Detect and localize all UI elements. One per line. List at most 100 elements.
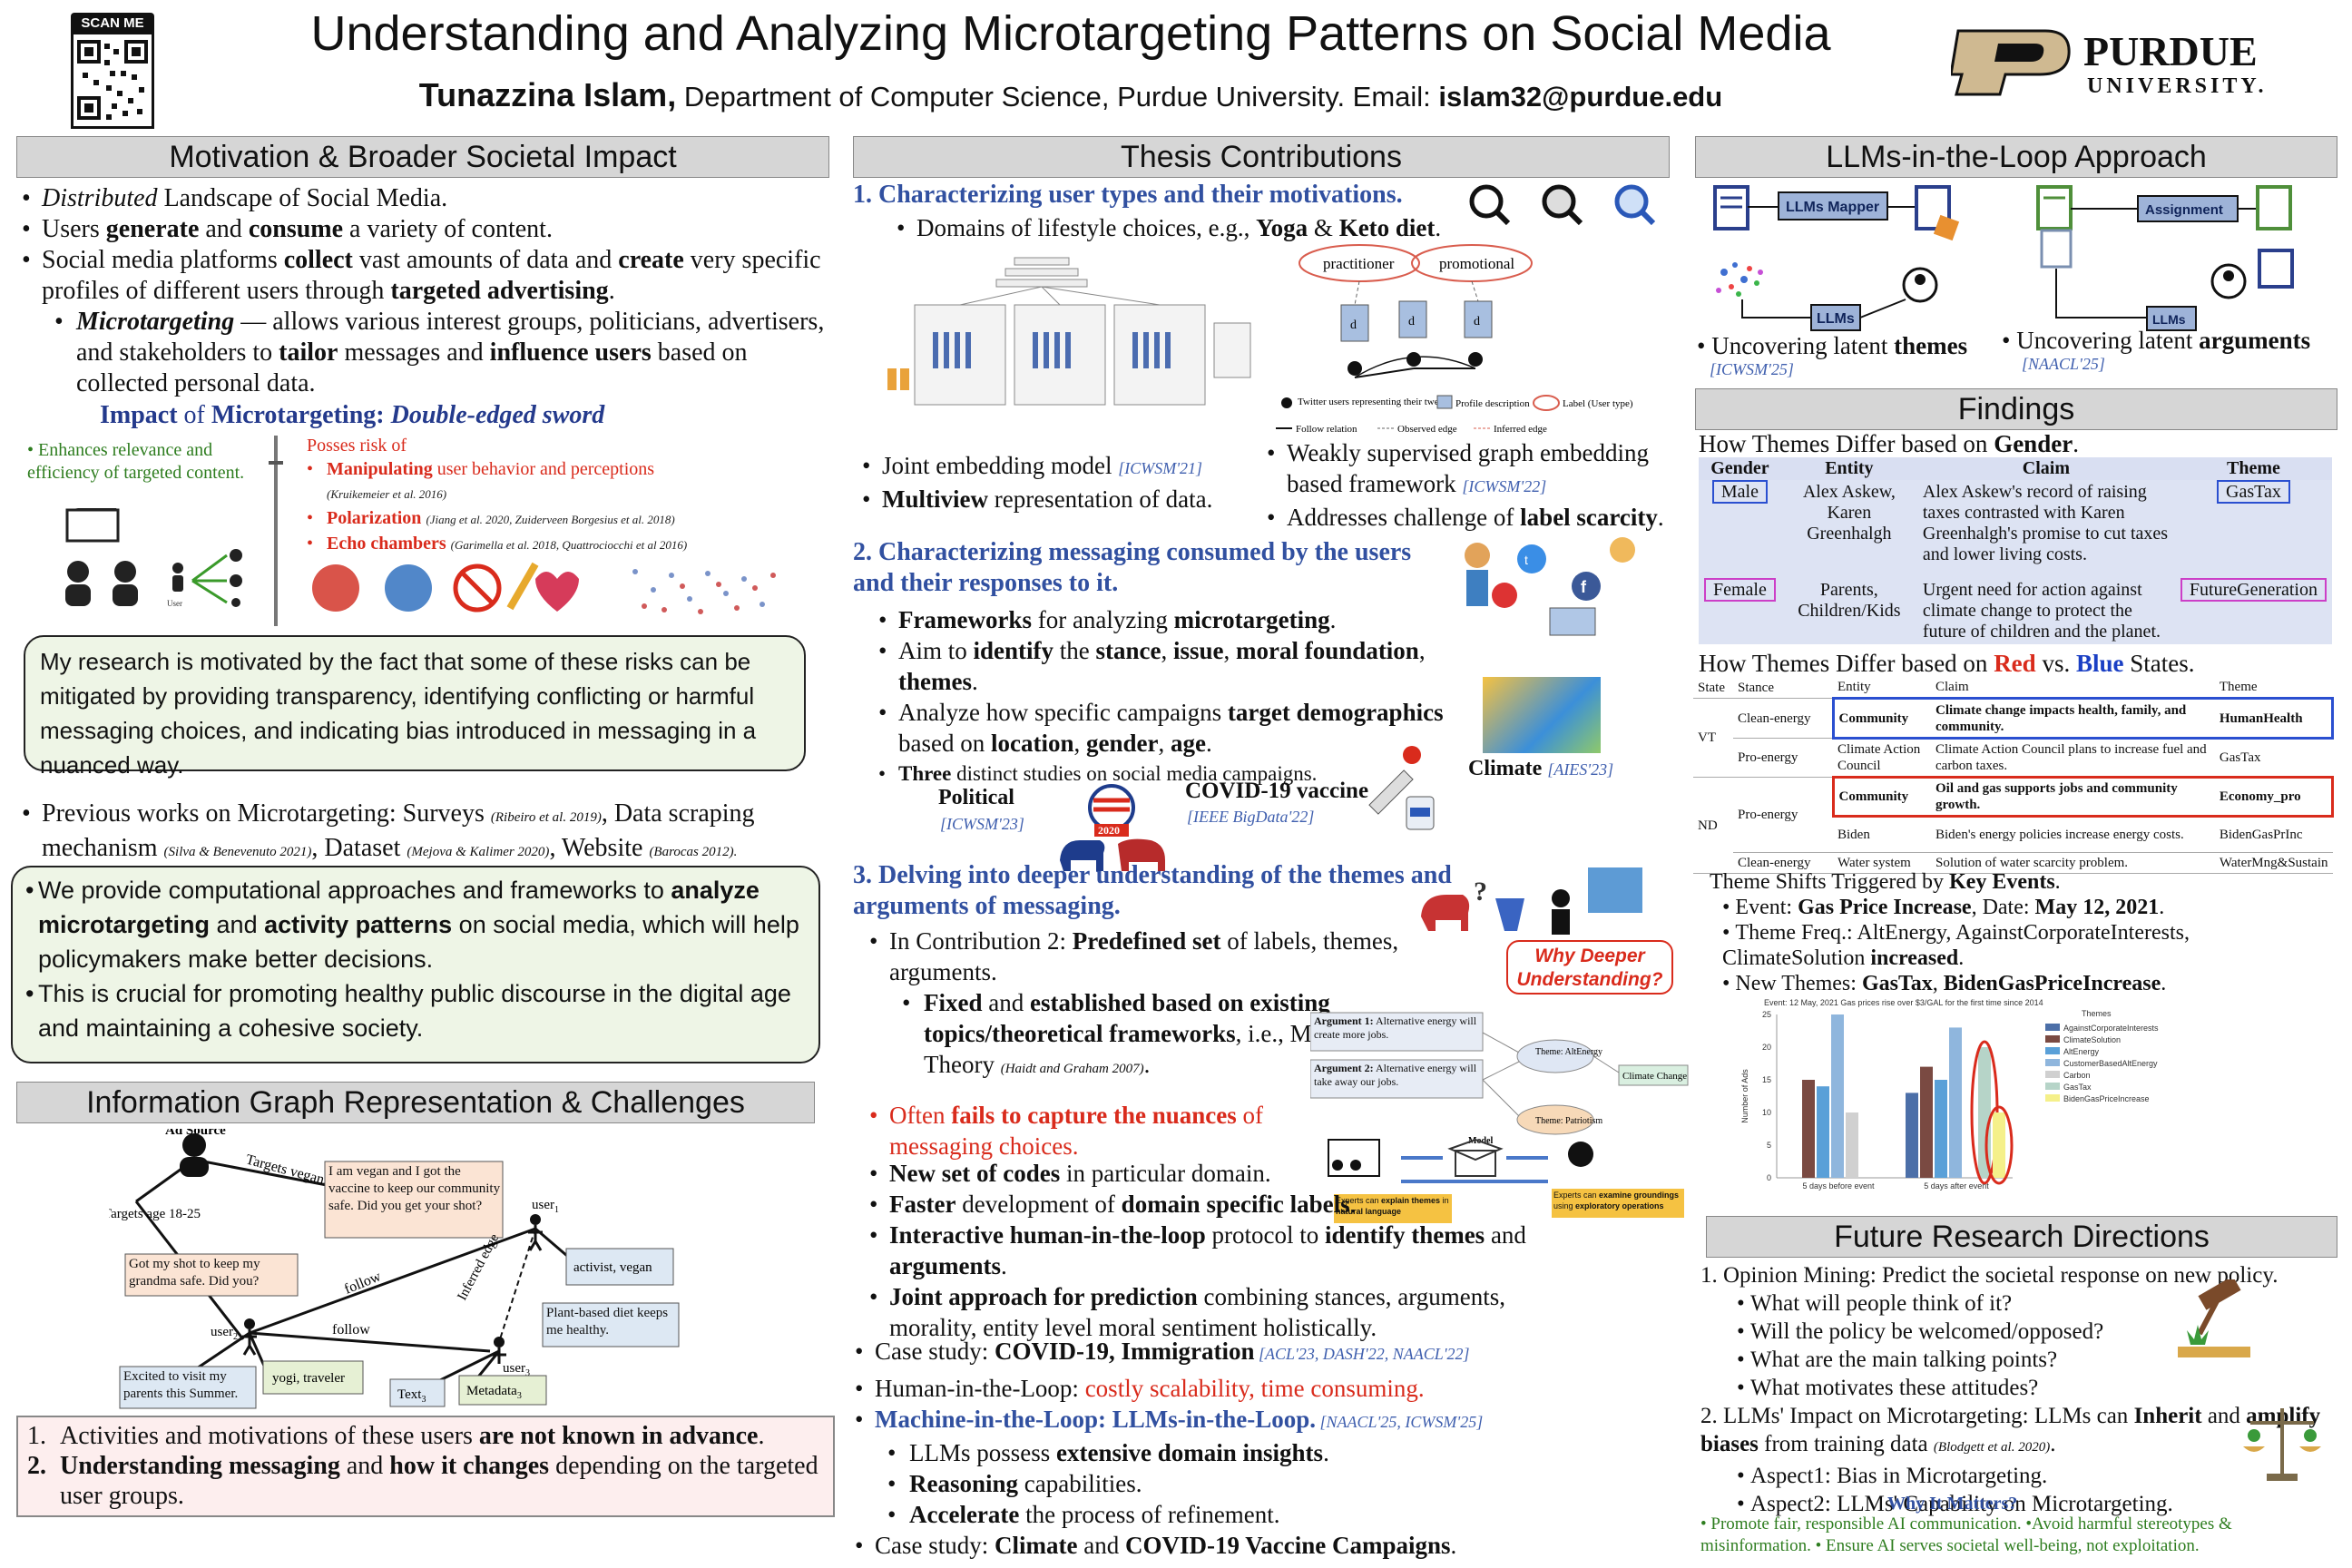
llms-arguments-caption: • Uncovering latent arguments [NAACL'25] (2002, 327, 2311, 373)
chart-legend-swatch (2045, 1059, 2060, 1066)
contribution-1-right-bullets: Weakly supervised graph embedding based … (1267, 437, 1684, 533)
weak-supervision-graph: practitioner promotional d d d Twitter use… (1269, 241, 1668, 441)
chart-bar (1817, 1086, 1829, 1178)
legend-twitter-users: Twitter users representing their tweets. (1298, 397, 1453, 407)
chart-y-label: Number of Ads (1740, 1069, 1749, 1123)
chart-title: Event: 12 May, 2021 Gas prices rise over… (1764, 998, 2043, 1007)
chart-y-tick: 20 (1762, 1043, 1771, 1052)
impact-heading: Impact of Microtargeting: Double-edged s… (100, 401, 605, 429)
theme-shift-chart: Event: 12 May, 2021 Gas prices rise over… (1737, 996, 2245, 1210)
contribution-1-heading: 1. Characterizing user types and their m… (853, 181, 1403, 209)
chart-bar (1978, 1047, 1991, 1178)
practitioner-label: practitioner (1323, 255, 1395, 272)
purdue-logo: PURDUE UNIVERSITY. (1949, 25, 2314, 100)
balance-icon (2241, 1405, 2323, 1483)
assignment-diagram: Assignment LLMs (2029, 181, 2328, 336)
author-line: Tunazzina Islam, Department of Computer … (172, 76, 1969, 114)
llms-heading: LLMs-in-the-Loop Approach (1695, 136, 2337, 178)
contribution-3-bullets-c: Case study: COVID-19, Immigration [ACL'2… (855, 1336, 1671, 1561)
svg-text:d: d (1474, 315, 1480, 328)
excited-post: Excited to visit my parents this Summer. (123, 1369, 239, 1401)
why-it-matters-body: • Promote fair, responsible AI communica… (1700, 1514, 2232, 1555)
legend-profile: Profile description (1455, 398, 1530, 409)
llms-mapper-diagram: LLMs Mapper LLMs (1706, 181, 2005, 336)
chart-legend-label: Carbon (2063, 1071, 2091, 1080)
impact-positive: • Enhances relevance and efficiency of t… (27, 440, 245, 483)
email-link[interactable]: islam32@purdue.edu (1438, 81, 1722, 113)
llms-box-2: LLMs (2152, 312, 2186, 327)
joint-embedding-diagram (878, 250, 1259, 432)
motivation-heading: Motivation & Broader Societal Impact (16, 136, 829, 178)
plant-based-post: Plant-based diet keeps me healthy. (546, 1306, 669, 1338)
chart-bar (1906, 1093, 1918, 1178)
assignment-box: Assignment (2145, 202, 2223, 218)
chart-legend-label: BidenGasPriceIncrease (2063, 1094, 2150, 1103)
chart-y-tick: 25 (1762, 1010, 1771, 1019)
findings-heading: Findings (1695, 388, 2337, 430)
research-motivation-callout: My research is motivated by the fact tha… (24, 635, 806, 779)
chart-y-tick: 5 (1767, 1141, 1771, 1150)
llms-themes-caption: • Uncovering latent themes [ICWSM'25] (1697, 332, 1968, 378)
chart-bar (1935, 1080, 1947, 1178)
inferred-edge-label: Inferred edge (455, 1231, 502, 1303)
motivation-bullet-2: Users generate and consume a variety of … (22, 214, 829, 245)
chart-legend-label: AltEnergy (2063, 1047, 2100, 1056)
argument-2: Argument 2: Alternative energy will take… (1314, 1062, 1477, 1088)
legend-inferred: Inferred edge (1494, 424, 1547, 435)
legend-label-type: Label (User type) (1563, 398, 1633, 409)
contribution-3-heading: 3. Delving into deeper understanding of … (853, 861, 1452, 920)
why-it-matters-heading: Why It Matters? (1887, 1494, 2018, 1514)
motivation-bullet-3: Social media platforms collect vast amou… (22, 245, 829, 307)
chart-bar (1949, 1027, 1962, 1178)
gender-col-entity: Entity (1780, 457, 1917, 480)
state-table: State Stance Entity Claim Theme VT Clean-e… (1693, 677, 2334, 874)
follow-edge-label-2: follow (332, 1322, 370, 1338)
vaccine-icon (1357, 740, 1439, 831)
chart-bar (1846, 1112, 1858, 1178)
chart-legend-label: AgainstCorporateInterests (2063, 1024, 2159, 1033)
political-cite: [ICWSM'23] (940, 815, 1024, 833)
chart-y-tick: 15 (1762, 1075, 1771, 1084)
motivation-bullets: Distributed Landscape of Social Media. U… (22, 183, 829, 399)
qr-code-block[interactable]: SCAN ME (71, 13, 154, 132)
gender-subheading: How Themes Differ based on Gender. (1699, 430, 2079, 457)
sword-icon (269, 436, 283, 626)
year-badge: 2020 (1098, 824, 1120, 837)
user1-label: user1 (532, 1198, 559, 1215)
motivation-bullet-1: Distributed Landscape of Social Media. (22, 183, 829, 214)
argument-1: Argument 1: Alternative energy will crea… (1314, 1014, 1477, 1041)
chart-legend-swatch (2045, 1047, 2060, 1054)
yogi-traveler-label: yogi, traveler (272, 1371, 345, 1386)
scan-me-label: SCAN ME (71, 13, 154, 34)
svg-text:?: ? (1474, 877, 1487, 906)
gender-col-claim: Claim (1916, 457, 2175, 480)
chart-bar (1920, 1066, 1933, 1178)
legend-observed: Observed edge (1397, 424, 1457, 435)
contribution-3-nuance: Often fails to capture the nuances of me… (869, 1100, 1296, 1161)
climate-label: Climate [AIES'23] (1468, 757, 1614, 780)
qr-code-icon (71, 34, 154, 129)
targets-age-label: Targets age 18-25 (109, 1207, 201, 1221)
svg-text:d: d (1350, 318, 1357, 332)
chart-legend-swatch (2045, 1024, 2060, 1031)
thesis-heading: Thesis Contributions (853, 136, 1670, 178)
gender-col-gender: Gender (1699, 457, 1781, 480)
chart-bar (1802, 1080, 1815, 1178)
info-graph-heading: Information Graph Representation & Chall… (16, 1082, 815, 1123)
author-name: Tunazzina Islam, (418, 76, 677, 113)
chart-legend-swatch (2045, 1071, 2060, 1078)
gavel-icon (2172, 1276, 2254, 1367)
challenges-box: 1. Activities and motivations of these us… (16, 1416, 835, 1517)
motivation-bullet-microtargeting: Microtargeting — allows various interest… (22, 307, 829, 399)
gender-col-theme: Theme (2174, 457, 2332, 480)
state-row-vt-1: VT Clean-energy Community Climate change… (1693, 697, 2334, 778)
key-events-block: Theme Shifts Triggered by Key Events. • … (1710, 870, 2190, 995)
contribution-2-heading: 2. Characterizing messaging consumed by … (853, 538, 1412, 597)
theme-altenergy: Theme: AltEnergy (1535, 1047, 1602, 1057)
promotional-label: promotional (1439, 255, 1514, 272)
future-item-2: 2. LLMs' Impact on Microtargeting: LLMs … (1700, 1404, 2320, 1456)
user-small-label: User (167, 599, 182, 608)
covid-cite: [IEEE BigData'22] (1187, 808, 1315, 826)
people-icons: User (54, 503, 281, 608)
climate-image (1483, 677, 1601, 753)
